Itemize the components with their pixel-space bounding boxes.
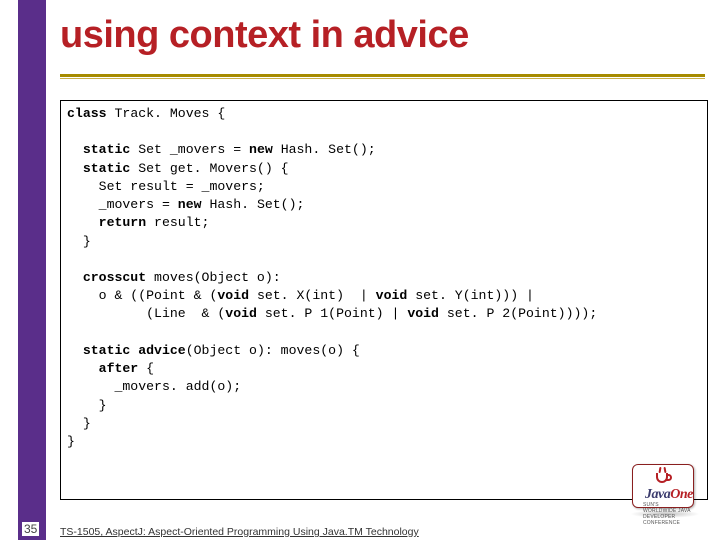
- code-text: result;: [146, 215, 209, 230]
- code-text: (Object o): moves(o) {: [186, 343, 360, 358]
- slide-title: using context in advice: [60, 14, 710, 57]
- code-kw: crosscut: [67, 270, 146, 285]
- code-text: }: [67, 398, 107, 413]
- code-text: Hash. Set();: [273, 142, 376, 157]
- code-kw: new: [178, 197, 202, 212]
- footer-text: TS-1505, AspectJ: Aspect-Oriented Progra…: [60, 526, 419, 538]
- code-kw: static advice: [67, 343, 186, 358]
- code-text: Set get. Movers() {: [130, 161, 288, 176]
- code-text: _movers =: [67, 197, 178, 212]
- logo-java-word: Java: [645, 487, 670, 502]
- logo-text: JavaOne: [645, 487, 693, 503]
- code-text: moves(Object o):: [146, 270, 281, 285]
- code-kw: void: [376, 288, 408, 303]
- logo-one-word: One: [670, 487, 693, 502]
- title-underline: [60, 74, 705, 77]
- code-kw: void: [407, 306, 439, 321]
- code-text: Set _movers =: [130, 142, 249, 157]
- logo-plaque: JavaOne SUN'S WORLDWIDE JAVA DEVELOPER C…: [632, 464, 694, 508]
- code-kw: new: [249, 142, 273, 157]
- code-text: set. Y(int))) |: [407, 288, 534, 303]
- page-number: 35: [22, 522, 39, 536]
- code-text: Track. Moves {: [107, 106, 226, 121]
- code-text: set. X(int) |: [249, 288, 376, 303]
- code-text: }: [67, 434, 75, 449]
- code-text: set. P 2(Point))));: [439, 306, 597, 321]
- code-text: _movers. add(o);: [67, 379, 241, 394]
- code-box: class Track. Moves { static Set _movers …: [60, 100, 708, 500]
- code-kw: return: [67, 215, 146, 230]
- code-text: }: [67, 234, 91, 249]
- code-text: set. P 1(Point) |: [257, 306, 407, 321]
- javaone-logo: JavaOne SUN'S WORLDWIDE JAVA DEVELOPER C…: [626, 462, 702, 518]
- code-text: (Line & (: [67, 306, 225, 321]
- code-kw: after: [67, 361, 138, 376]
- code-text: o & ((Point & (: [67, 288, 217, 303]
- title-underline-thin: [60, 78, 705, 79]
- title-area: using context in advice: [60, 14, 710, 57]
- coffee-cup-icon: [653, 469, 675, 485]
- left-accent-bar: [18, 0, 46, 540]
- code-kw: void: [225, 306, 257, 321]
- code-kw: class: [67, 106, 107, 121]
- code-text: Set result = _movers;: [67, 179, 265, 194]
- cup-handle: [666, 474, 672, 481]
- code-kw: static: [67, 142, 130, 157]
- code-text: {: [138, 361, 154, 376]
- slide: using context in advice class Track. Mov…: [0, 0, 720, 540]
- code-kw: void: [217, 288, 249, 303]
- code-text: Hash. Set();: [202, 197, 305, 212]
- code-kw: static: [67, 161, 130, 176]
- code-text: }: [67, 416, 91, 431]
- code-content: class Track. Moves { static Set _movers …: [67, 105, 701, 451]
- logo-subtext: SUN'S WORLDWIDE JAVA DEVELOPER CONFERENC…: [643, 502, 693, 526]
